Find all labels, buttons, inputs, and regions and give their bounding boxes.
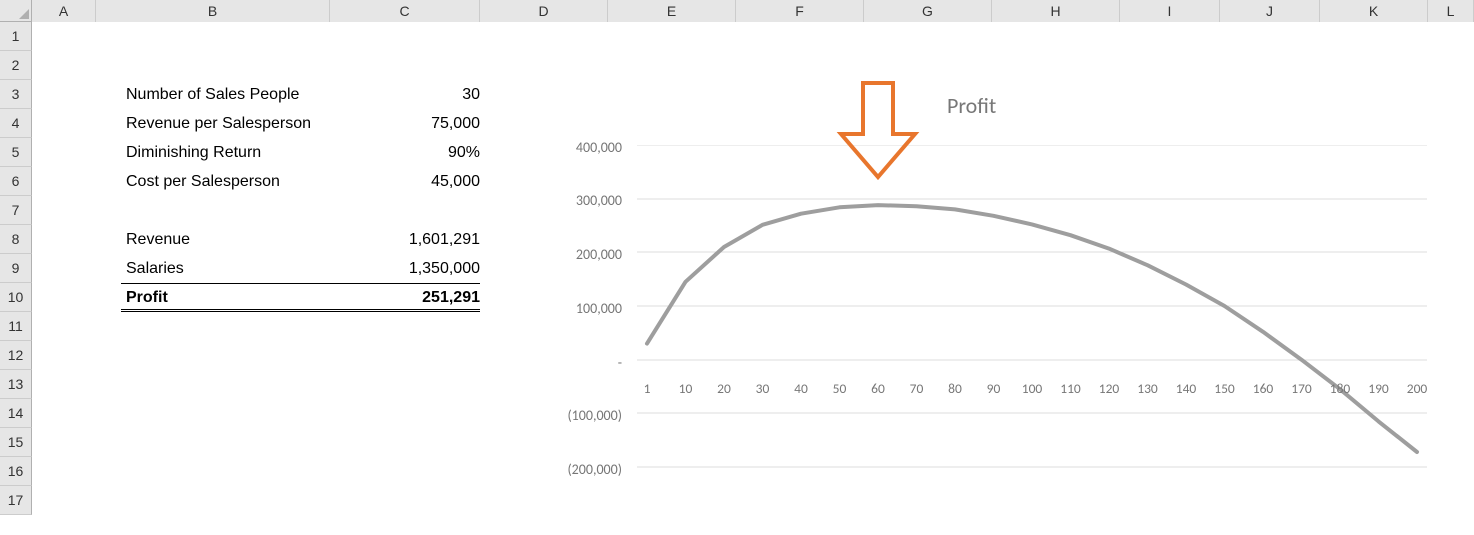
y-tick: 400,000 xyxy=(542,139,622,156)
row-header-15[interactable]: 15 xyxy=(0,428,32,457)
column-header-A[interactable]: A xyxy=(32,0,96,22)
spreadsheet-grid: ABCDEFGHIJKL 1234567891011121314151617 N… xyxy=(0,0,1474,535)
row-header-10[interactable]: 10 xyxy=(0,283,32,312)
row-header-6[interactable]: 6 xyxy=(0,167,32,196)
cell-C9[interactable]: 1,350,000 xyxy=(330,254,480,283)
chart-title: Profit xyxy=(947,92,996,119)
row-header-8[interactable]: 8 xyxy=(0,225,32,254)
column-header-E[interactable]: E xyxy=(608,0,736,22)
cell-C4[interactable]: 75,000 xyxy=(330,109,480,138)
cell-C10[interactable]: 251,291 xyxy=(330,283,480,312)
x-tick: 60 xyxy=(859,380,897,397)
x-tick: 80 xyxy=(936,380,974,397)
cell-B9[interactable]: Salaries xyxy=(126,254,360,283)
row-header-1[interactable]: 1 xyxy=(0,22,32,51)
column-headers: ABCDEFGHIJKL xyxy=(0,0,1474,22)
cell-B6[interactable]: Cost per Salesperson xyxy=(126,167,360,196)
column-header-L[interactable]: L xyxy=(1428,0,1474,22)
x-tick: 180 xyxy=(1321,380,1359,397)
column-header-C[interactable]: C xyxy=(330,0,480,22)
column-header-J[interactable]: J xyxy=(1220,0,1320,22)
y-tick: 300,000 xyxy=(542,192,622,209)
column-header-B[interactable]: B xyxy=(96,0,330,22)
down-arrow-annotation xyxy=(833,79,923,184)
cell-C3[interactable]: 30 xyxy=(330,80,480,109)
y-tick: 200,000 xyxy=(542,246,622,263)
row-header-2[interactable]: 2 xyxy=(0,51,32,80)
cell-B4[interactable]: Revenue per Salesperson xyxy=(126,109,360,138)
y-tick: (100,000) xyxy=(542,407,622,424)
cell-C8[interactable]: 1,601,291 xyxy=(330,225,480,254)
row-header-9[interactable]: 9 xyxy=(0,254,32,283)
x-tick: 130 xyxy=(1129,380,1167,397)
x-tick: 50 xyxy=(821,380,859,397)
row-header-7[interactable]: 7 xyxy=(0,196,32,225)
x-tick: 70 xyxy=(898,380,936,397)
y-tick: 100,000 xyxy=(542,300,622,317)
x-tick: 150 xyxy=(1206,380,1244,397)
row-headers: 1234567891011121314151617 xyxy=(0,22,32,515)
x-tick: 120 xyxy=(1090,380,1128,397)
row-header-3[interactable]: 3 xyxy=(0,80,32,109)
x-tick: 140 xyxy=(1167,380,1205,397)
row-header-4[interactable]: 4 xyxy=(0,109,32,138)
x-tick: 1 xyxy=(628,380,666,397)
row-header-13[interactable]: 13 xyxy=(0,370,32,399)
row-header-16[interactable]: 16 xyxy=(0,457,32,486)
cell-B5[interactable]: Diminishing Return xyxy=(126,138,360,167)
x-tick: 110 xyxy=(1052,380,1090,397)
column-header-G[interactable]: G xyxy=(864,0,992,22)
x-tick: 160 xyxy=(1244,380,1282,397)
x-tick: 20 xyxy=(705,380,743,397)
row-header-17[interactable]: 17 xyxy=(0,486,32,515)
x-tick: 100 xyxy=(1013,380,1051,397)
select-all-corner[interactable] xyxy=(0,0,32,22)
chart-plot-area xyxy=(637,145,1427,480)
cell-B10[interactable]: Profit xyxy=(126,283,360,312)
cell-B3[interactable]: Number of Sales People xyxy=(126,80,360,109)
cell-C6[interactable]: 45,000 xyxy=(330,167,480,196)
x-tick: 90 xyxy=(975,380,1013,397)
profit-chart[interactable]: 400,000 300,000 200,000 100,000 - (100,0… xyxy=(542,137,1442,497)
x-tick: 200 xyxy=(1398,380,1436,397)
row-header-5[interactable]: 5 xyxy=(0,138,32,167)
x-tick: 40 xyxy=(782,380,820,397)
y-tick: (200,000) xyxy=(542,461,622,478)
cell-B8[interactable]: Revenue xyxy=(126,225,360,254)
column-header-I[interactable]: I xyxy=(1120,0,1220,22)
cell-C5[interactable]: 90% xyxy=(330,138,480,167)
x-tick: 30 xyxy=(744,380,782,397)
x-axis-labels: 1102030405060708090100110120130140150160… xyxy=(637,380,1427,400)
y-tick: - xyxy=(542,354,622,371)
row-header-11[interactable]: 11 xyxy=(0,312,32,341)
x-tick: 190 xyxy=(1360,380,1398,397)
x-tick: 10 xyxy=(667,380,705,397)
column-header-F[interactable]: F xyxy=(736,0,864,22)
column-header-H[interactable]: H xyxy=(992,0,1120,22)
column-header-D[interactable]: D xyxy=(480,0,608,22)
column-header-K[interactable]: K xyxy=(1320,0,1428,22)
cell-area[interactable]: Number of Sales People 30 Revenue per Sa… xyxy=(32,22,1474,535)
row-header-12[interactable]: 12 xyxy=(0,341,32,370)
row-header-14[interactable]: 14 xyxy=(0,399,32,428)
x-tick: 170 xyxy=(1283,380,1321,397)
